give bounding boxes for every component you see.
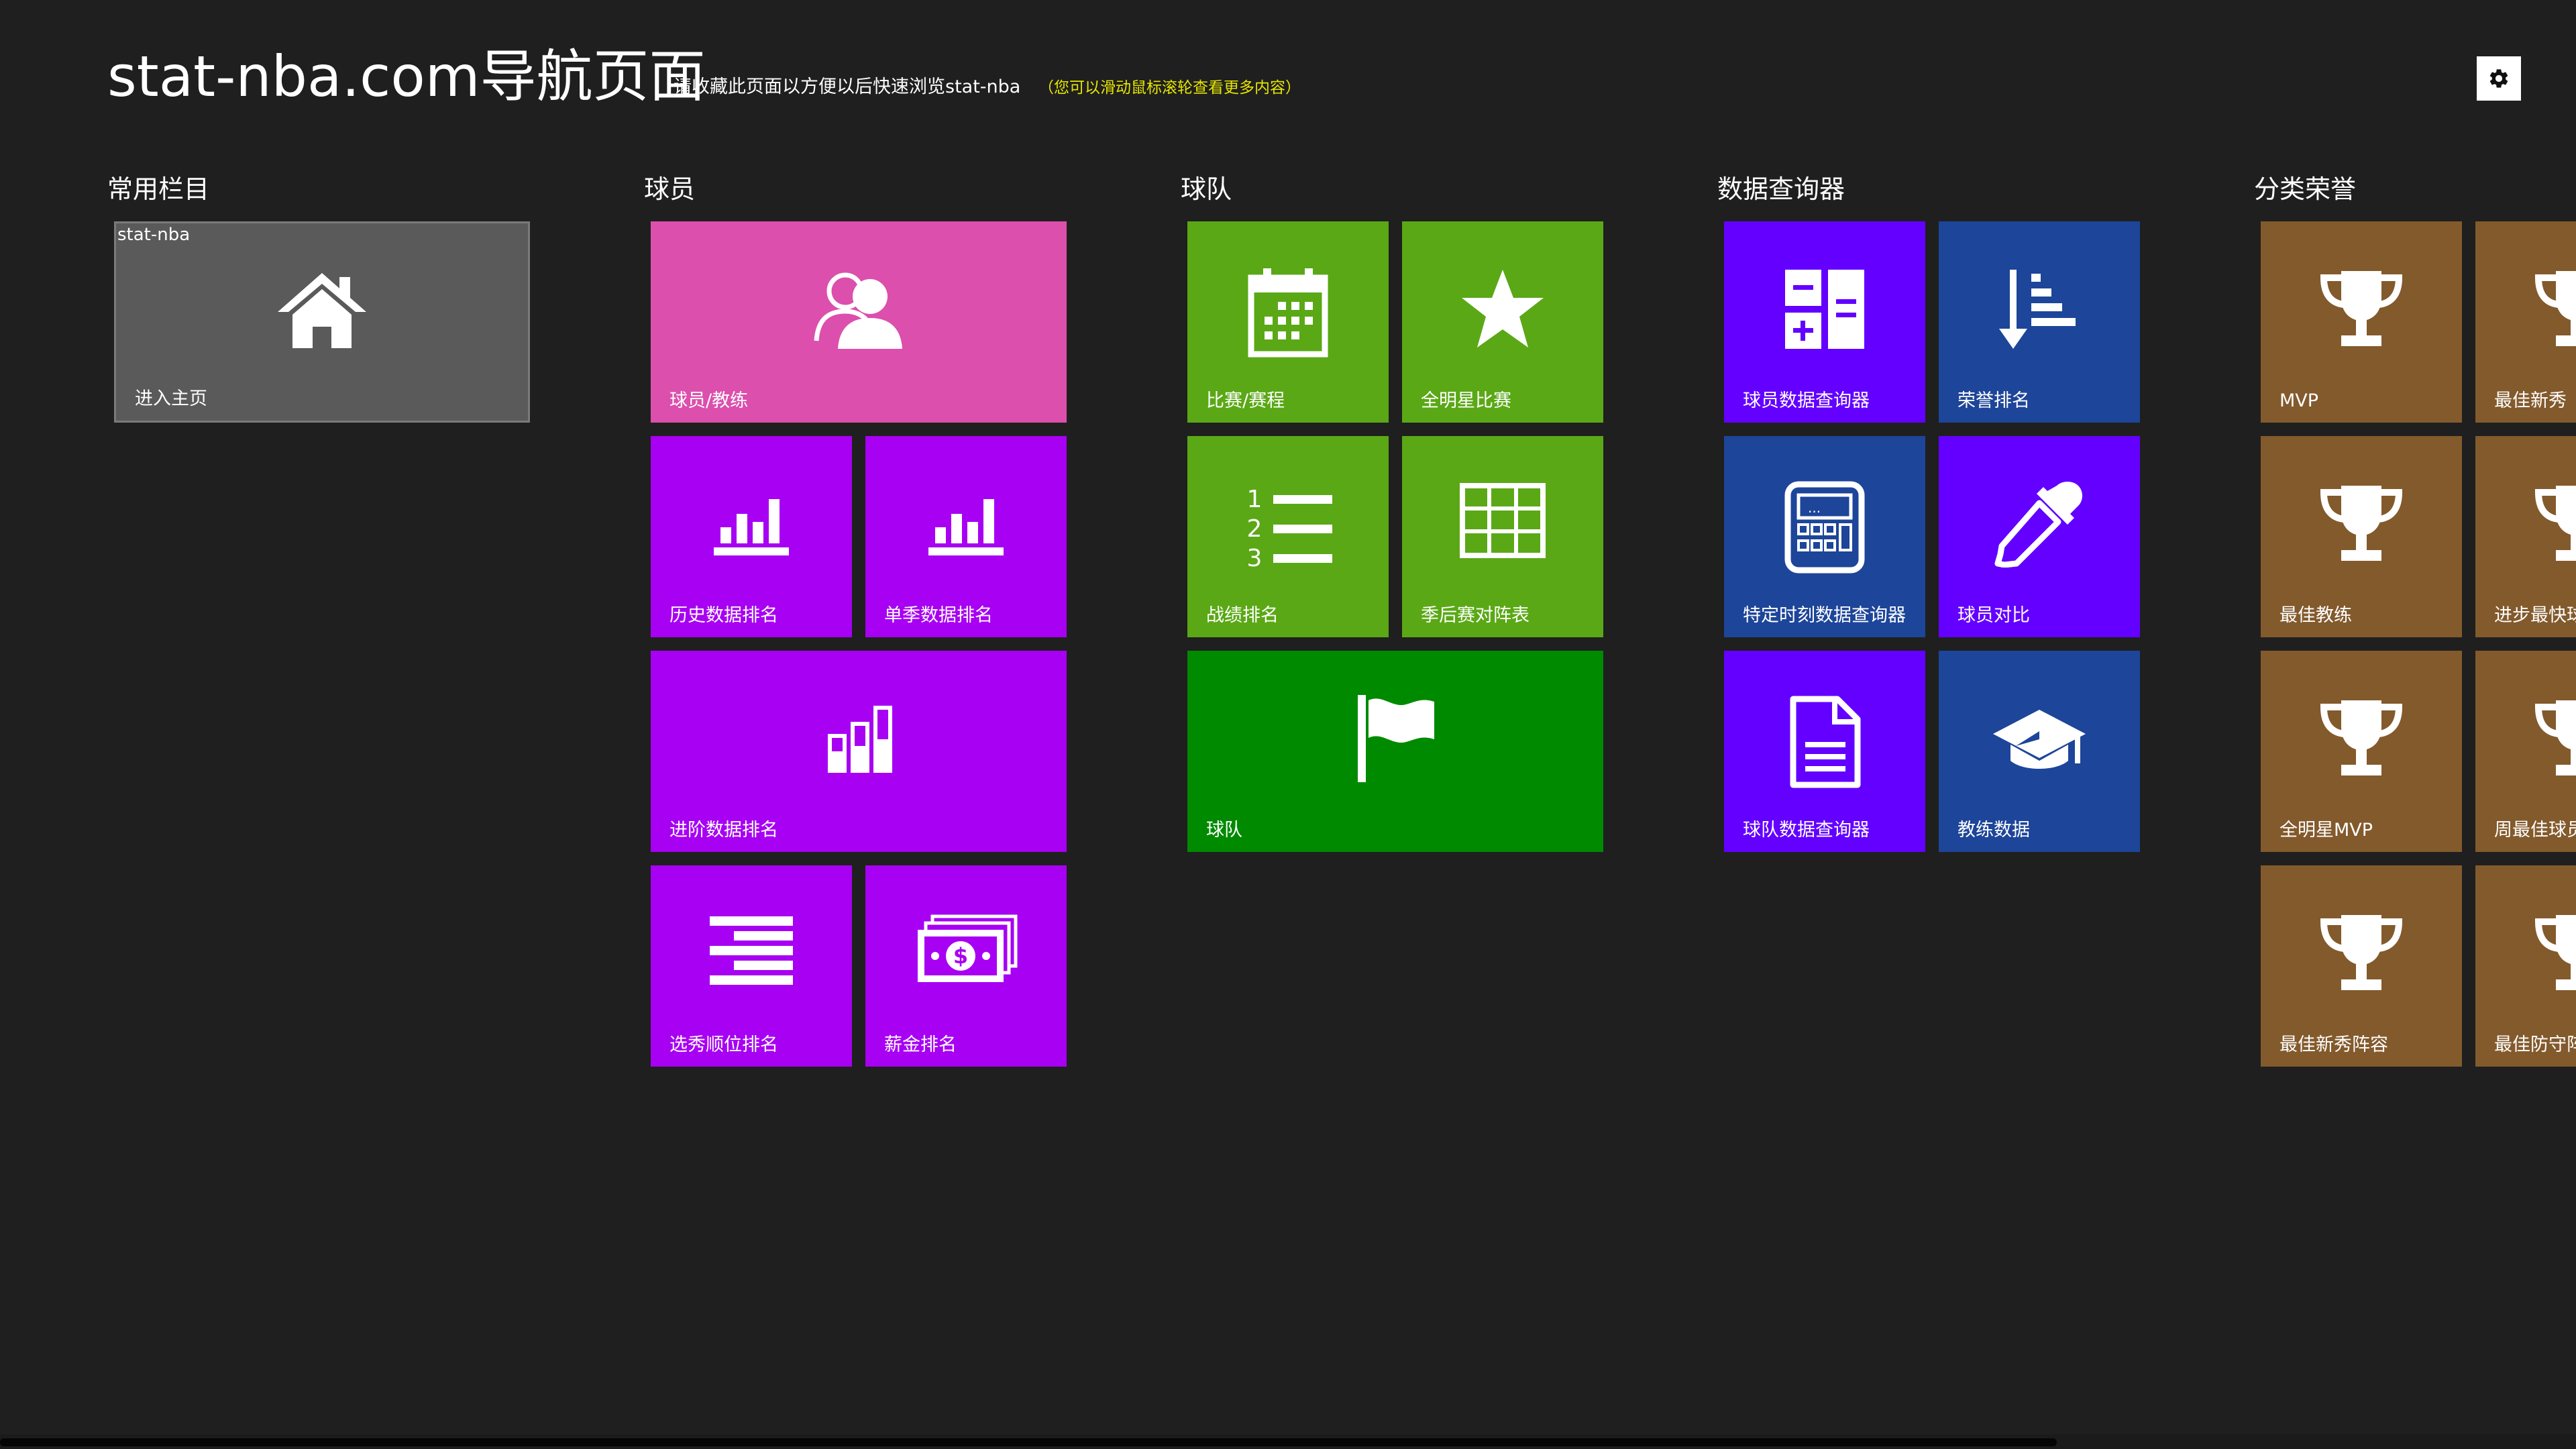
svg-text:3: 3	[1247, 545, 1263, 572]
bar-chart-icon	[928, 499, 1004, 555]
scrollbar-thumb[interactable]	[0, 1438, 2057, 1446]
tile-history-rank[interactable]: 历史数据排名	[651, 436, 852, 637]
graduation-cap-icon	[1993, 710, 2086, 769]
gear-icon	[2489, 69, 2508, 88]
tile-roy-label: 最佳新秀	[2494, 390, 2567, 411]
calendar-icon	[1248, 268, 1328, 358]
tile-salary-rank-label: 薪金排名	[884, 1034, 957, 1055]
tile-season-rank[interactable]: 单季数据排名	[865, 436, 1067, 637]
tile-team-query[interactable]: 球队数据查询器	[1724, 651, 1925, 852]
tile-advanced-rank-label: 进阶数据排名	[669, 820, 778, 841]
tile-standings-label: 战绩排名	[1206, 605, 1279, 626]
trophy-icon	[2320, 271, 2403, 346]
star-icon	[1462, 270, 1544, 347]
tile-mip-label: 进步最快球员	[2494, 605, 2576, 626]
tile-playoffs-label: 季后赛对阵表	[1421, 605, 1529, 626]
calculator-icon	[1785, 270, 1864, 349]
tile-all-defense-label: 最佳防守阵容	[2494, 1034, 2576, 1055]
tile-player-compare[interactable]: 球员对比	[1939, 436, 2140, 637]
trophy-icon	[2534, 486, 2576, 561]
tile-honor-rank[interactable]: 荣誉排名	[1939, 221, 2140, 423]
grid-table-icon	[1460, 483, 1546, 558]
group-title-common: 常用栏目	[107, 174, 210, 204]
tile-home-badge: stat-nba	[117, 225, 191, 245]
tile-season-rank-label: 单季数据排名	[884, 605, 993, 626]
group-title-teams: 球队	[1181, 174, 1232, 204]
svg-text:$: $	[953, 943, 968, 969]
tile-team-query-label: 球队数据查询器	[1743, 820, 1870, 841]
advanced-chart-icon	[828, 706, 892, 773]
tile-teams[interactable]: 球队	[1187, 651, 1603, 852]
settings-button[interactable]	[2477, 56, 2521, 101]
money-icon: $	[918, 914, 1018, 982]
group-title-query: 数据查询器	[1717, 174, 1845, 204]
tile-coach-data[interactable]: 教练数据	[1939, 651, 2140, 852]
tile-playoffs[interactable]: 季后赛对阵表	[1402, 436, 1603, 637]
tile-allstar-label: 全明星比赛	[1421, 390, 1511, 411]
tile-allstar-mvp-label: 全明星MVP	[2279, 820, 2373, 841]
tile-mvp-label: MVP	[2279, 390, 2319, 411]
list-lines-icon	[710, 916, 793, 985]
trophy-icon	[2534, 271, 2576, 346]
home-icon	[278, 273, 366, 348]
bar-chart-icon	[714, 499, 789, 555]
tile-games-label: 比赛/赛程	[1206, 390, 1285, 411]
tile-history-rank-label: 历史数据排名	[669, 605, 778, 626]
trophy-icon	[2534, 915, 2576, 990]
tile-allstar-mvp[interactable]: 全明星MVP	[2261, 651, 2462, 852]
tile-player-query-label: 球员数据查询器	[1743, 390, 1870, 411]
svg-text:1: 1	[1247, 486, 1263, 513]
tile-all-rookie[interactable]: 最佳新秀阵容	[2261, 865, 2462, 1067]
tile-coach-of-year[interactable]: 最佳教练	[2261, 436, 2462, 637]
tile-salary-rank[interactable]: $ 薪金排名	[865, 865, 1067, 1067]
tile-players-coaches[interactable]: 球员/教练	[651, 221, 1067, 423]
tile-home-label: 进入主页	[135, 388, 207, 409]
tile-coach-of-year-label: 最佳教练	[2279, 605, 2352, 626]
tile-mvp[interactable]: MVP	[2261, 221, 2462, 423]
eyedropper-icon	[1994, 482, 2082, 568]
tile-allstar[interactable]: 全明星比赛	[1402, 221, 1603, 423]
tile-players-coaches-label: 球员/教练	[669, 390, 749, 411]
tile-draft-rank[interactable]: 选秀顺位排名	[651, 865, 852, 1067]
people-icon	[814, 272, 902, 349]
tile-home[interactable]: stat-nba 进入主页	[114, 221, 530, 423]
start-screen: stat-nba.com导航页面 请收藏此页面以方便以后快速浏览stat-nba…	[0, 0, 2576, 1449]
tile-player-of-week[interactable]: 周最佳球员	[2475, 651, 2576, 852]
flag-icon	[1358, 695, 1434, 782]
tile-coach-data-label: 教练数据	[1957, 820, 2030, 841]
page-title: stat-nba.com导航页面	[107, 44, 706, 109]
tile-player-of-week-label: 周最佳球员	[2494, 820, 2576, 841]
svg-text:2: 2	[1247, 515, 1263, 543]
tile-draft-rank-label: 选秀顺位排名	[669, 1034, 778, 1055]
tile-mip[interactable]: 进步最快球员	[2475, 436, 2576, 637]
trophy-icon	[2320, 700, 2403, 775]
tile-standings[interactable]: 1 2 3 战绩排名	[1187, 436, 1389, 637]
tile-all-defense[interactable]: 最佳防守阵容	[2475, 865, 2576, 1067]
numbered-list-icon: 1 2 3	[1247, 486, 1332, 572]
calculator-screen-icon: ...	[1784, 481, 1865, 574]
sort-descending-icon	[1999, 270, 2076, 349]
scroll-hint: （您可以滑动鼠标滚轮查看更多内容）	[1038, 79, 1301, 97]
tile-honor-rank-label: 荣誉排名	[1957, 390, 2030, 411]
tile-moment-query[interactable]: ... 特定时刻数据查询器	[1724, 436, 1925, 637]
trophy-icon	[2320, 915, 2403, 990]
tile-player-query[interactable]: 球员数据查询器	[1724, 221, 1925, 423]
tile-games[interactable]: 比赛/赛程	[1187, 221, 1389, 423]
trophy-icon	[2534, 700, 2576, 775]
group-title-players: 球员	[644, 174, 696, 204]
tile-teams-label: 球队	[1206, 820, 1242, 841]
group-title-honors: 分类荣誉	[2254, 174, 2357, 204]
tile-advanced-rank[interactable]: 进阶数据排名	[651, 651, 1067, 852]
tile-roy[interactable]: 最佳新秀	[2475, 221, 2576, 423]
page-subtitle: 请收藏此页面以方便以后快速浏览stat-nba	[674, 76, 1021, 97]
tile-moment-query-label: 特定时刻数据查询器	[1743, 605, 1906, 626]
trophy-icon	[2320, 486, 2403, 561]
svg-text:...: ...	[1808, 500, 1821, 516]
tile-all-rookie-label: 最佳新秀阵容	[2279, 1034, 2388, 1055]
tile-player-compare-label: 球员对比	[1957, 605, 2030, 626]
document-icon	[1790, 696, 1861, 788]
